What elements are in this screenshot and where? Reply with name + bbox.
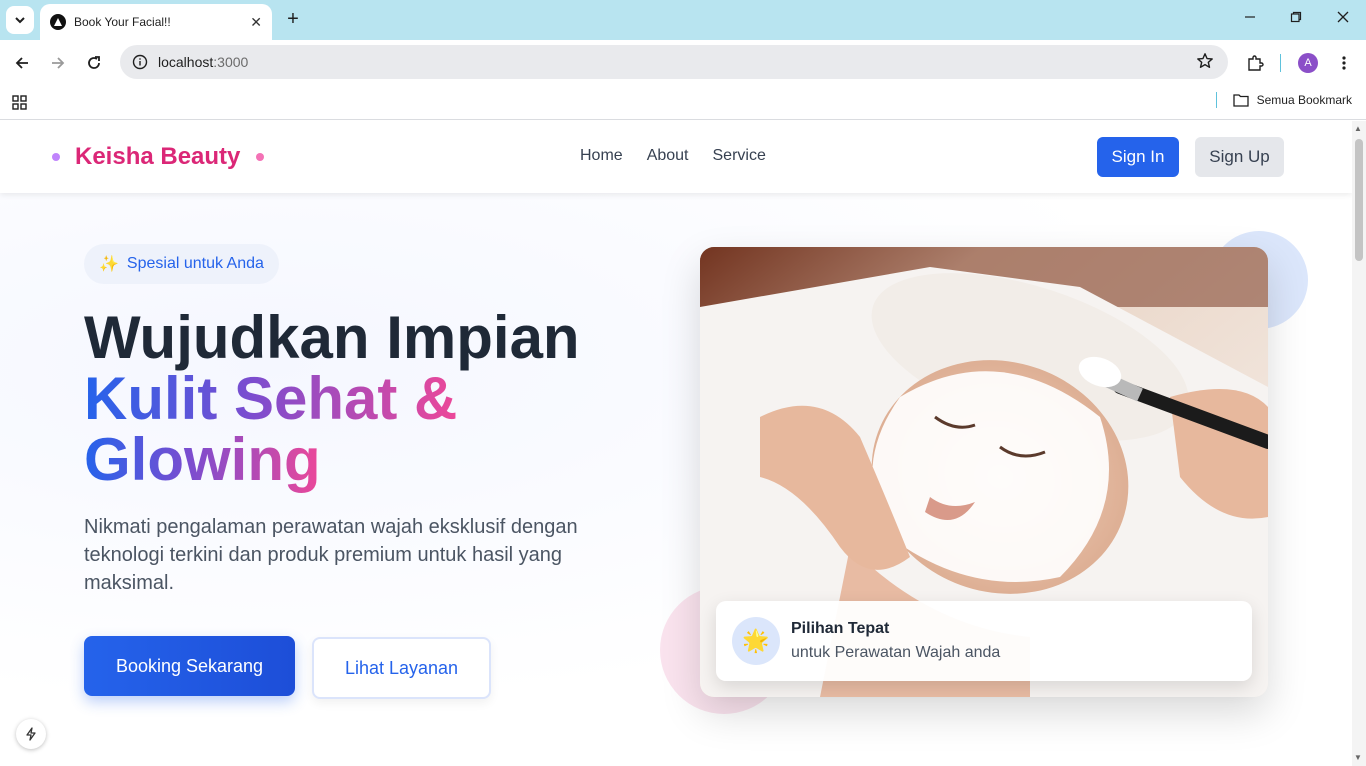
restore-icon[interactable] (1290, 10, 1302, 26)
scrollbar-thumb[interactable] (1355, 139, 1363, 261)
star-icon: 🌟 (732, 617, 780, 665)
site-info-icon[interactable] (132, 54, 148, 70)
apps-grid-icon[interactable] (12, 95, 27, 110)
hero-title-line2: Kulit Sehat & (84, 365, 458, 432)
more-menu-icon[interactable] (1332, 51, 1356, 75)
nav-about[interactable]: About (647, 147, 689, 165)
choice-card: 🌟 Pilihan Tepat untuk Perawatan Wajah an… (716, 601, 1252, 681)
brand-name: Keisha Beauty (75, 143, 241, 170)
view-services-button[interactable]: Lihat Layanan (312, 637, 491, 699)
dev-tools-button[interactable] (16, 719, 46, 749)
special-badge: ✨ Spesial untuk Anda (84, 244, 279, 284)
all-bookmarks-label: Semua Bookmark (1256, 93, 1352, 107)
brand-dot-left (52, 153, 60, 161)
folder-icon (1232, 94, 1249, 107)
scroll-up-icon[interactable]: ▲ (1354, 124, 1362, 133)
brand-dot-right (256, 153, 265, 161)
site-favicon-icon (50, 14, 66, 30)
hero-title: Wujudkan Impian Kulit Sehat & Glowing (84, 307, 580, 490)
close-window-icon[interactable] (1337, 10, 1349, 26)
profile-initial: A (1298, 53, 1318, 73)
page-viewport: Keisha Beauty Home About Service Sign In… (0, 121, 1352, 766)
sparkles-icon: ✨ (99, 256, 119, 273)
page-scrollbar[interactable]: ▲ ▼ (1352, 121, 1366, 766)
extensions-icon[interactable] (1243, 51, 1267, 75)
sign-up-button[interactable]: Sign Up (1195, 137, 1284, 177)
new-tab-button[interactable]: + (282, 8, 304, 30)
choice-card-subtitle: untuk Perawatan Wajah anda (791, 644, 1001, 661)
browser-toolbar: localhost:3000 A (0, 40, 1366, 86)
minimize-icon[interactable] (1244, 10, 1256, 26)
bookmarks-bar: Semua Bookmark (0, 86, 1366, 120)
all-bookmarks-button[interactable]: Semua Bookmark (1215, 92, 1352, 108)
scroll-down-icon[interactable]: ▼ (1354, 753, 1362, 762)
hero-description: Nikmati pengalaman perawatan wajah ekskl… (84, 516, 578, 594)
toolbar-divider (1280, 54, 1281, 72)
tab-title: Book Your Facial!! (74, 15, 171, 29)
bookmark-star-icon[interactable] (1196, 52, 1214, 70)
chevron-down-icon (15, 17, 25, 24)
site-header: Keisha Beauty Home About Service Sign In… (0, 121, 1352, 193)
nav-service[interactable]: Service (713, 147, 766, 165)
lightning-icon (26, 727, 36, 741)
tab-search-button[interactable] (6, 6, 34, 34)
forward-arrow-icon[interactable] (46, 51, 70, 75)
choice-card-title: Pilihan Tepat (791, 620, 890, 637)
bookmark-divider (1215, 92, 1217, 108)
browser-tab[interactable]: Book Your Facial!! ✕ (40, 4, 272, 40)
address-bar[interactable]: localhost:3000 (120, 45, 1228, 79)
brand-logo[interactable]: Keisha Beauty (52, 143, 265, 171)
booking-button[interactable]: Booking Sekarang (84, 636, 295, 696)
special-badge-label: Spesial untuk Anda (126, 255, 264, 272)
hero-title-line3: Glowing (84, 426, 321, 493)
browser-tabstrip: Book Your Facial!! ✕ + (0, 0, 1366, 40)
reload-icon[interactable] (82, 51, 106, 75)
hero-title-line1: Wujudkan Impian (84, 304, 580, 371)
main-nav: Home About Service (580, 147, 766, 165)
profile-avatar[interactable]: A (1296, 51, 1320, 75)
nav-home[interactable]: Home (580, 147, 623, 165)
sign-in-button[interactable]: Sign In (1097, 137, 1179, 177)
back-arrow-icon[interactable] (10, 51, 34, 75)
url-text: localhost:3000 (158, 54, 249, 70)
tab-close-icon[interactable]: ✕ (250, 14, 262, 31)
